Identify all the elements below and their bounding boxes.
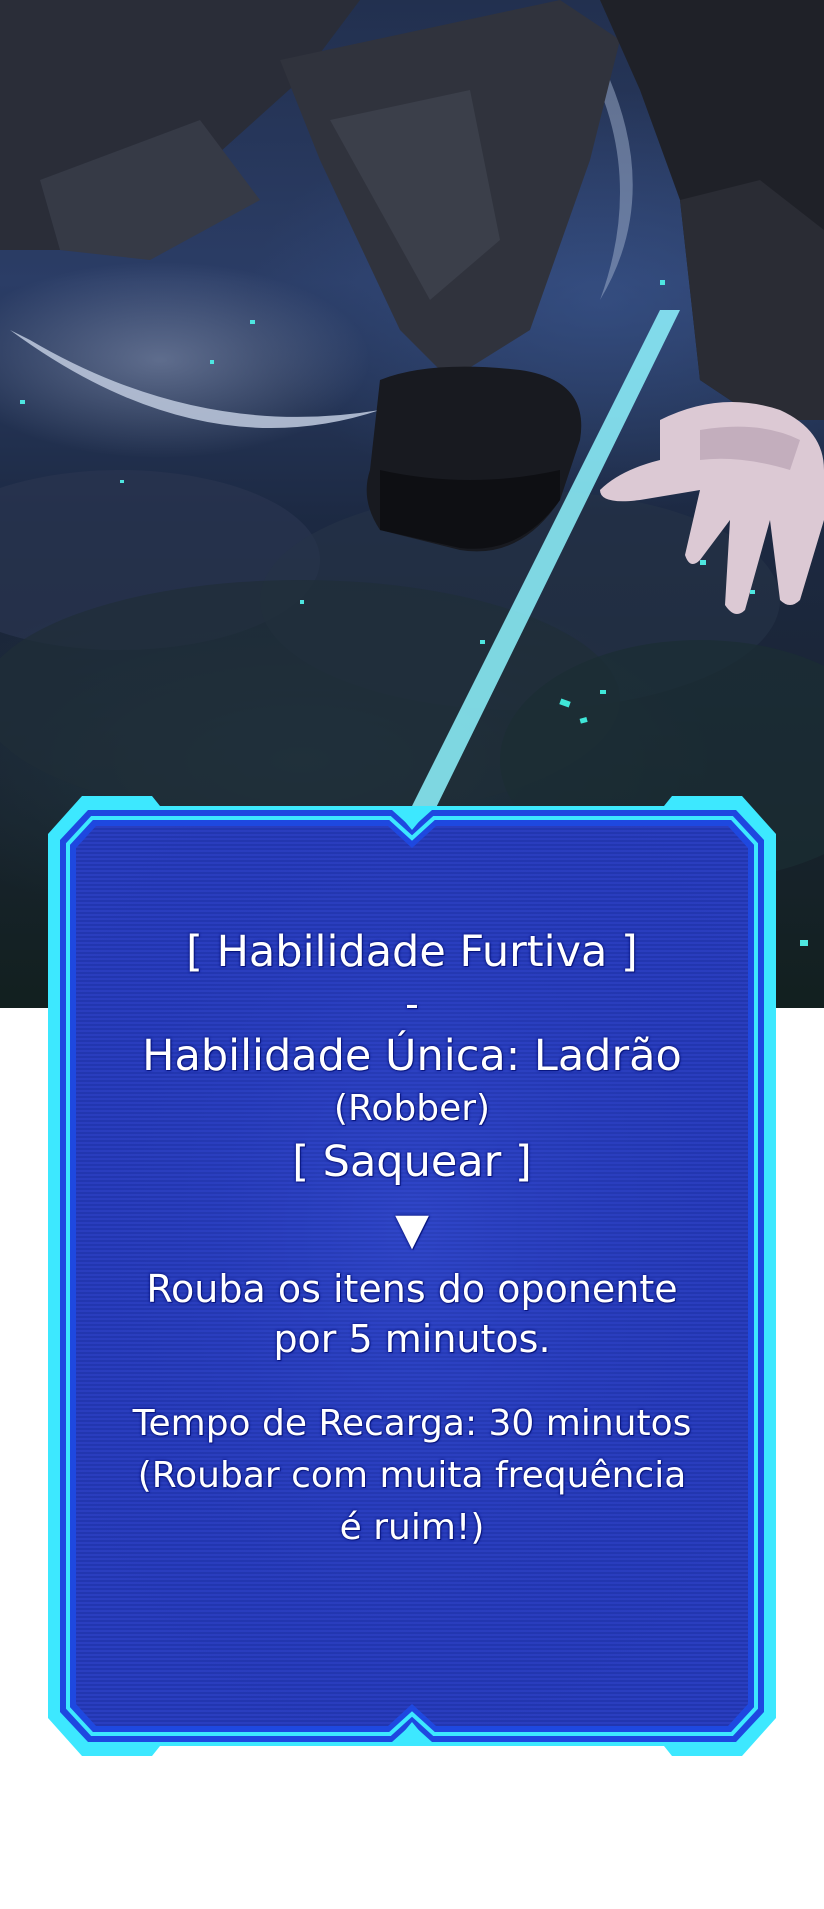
separator-dash: - [405, 982, 419, 1026]
down-arrow-icon: ▼ [395, 1204, 429, 1255]
skill-name: [ Saquear ] [292, 1137, 532, 1187]
cooldown-line-2: (Roubar com muita frequência [137, 1455, 687, 1496]
skill-class-name: Habilidade Única: Ladrão [142, 1031, 682, 1081]
cooldown-line-3: é ruim!) [339, 1507, 485, 1548]
skill-class-original: (Robber) [333, 1088, 491, 1129]
skill-notification-panel: [ Habilidade Furtiva ] - Habilidade Únic… [42, 794, 782, 1758]
effect-line-2: por 5 minutos. [273, 1317, 551, 1361]
skill-category-title: [ Habilidade Furtiva ] [186, 927, 638, 977]
skill-description: [ Habilidade Furtiva ] - Habilidade Únic… [122, 924, 702, 1554]
cooldown-line-1: Tempo de Recarga: 30 minutos [132, 1403, 692, 1444]
effect-line-1: Rouba os itens do oponente [146, 1267, 678, 1311]
